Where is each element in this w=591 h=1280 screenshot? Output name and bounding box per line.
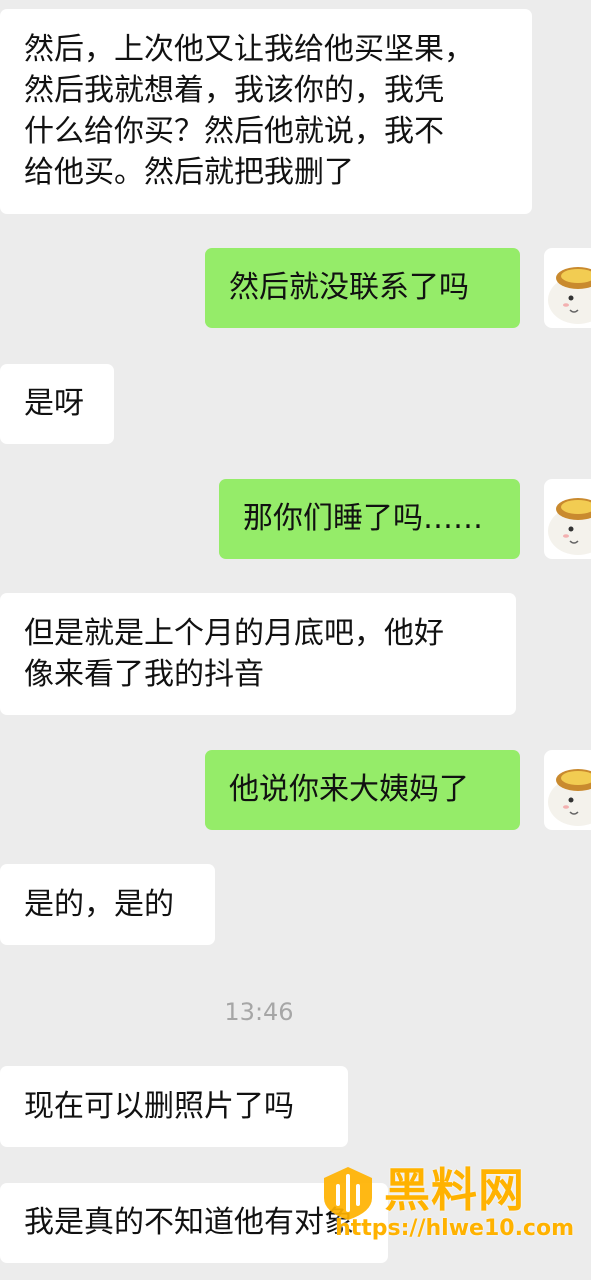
message-bubble-incoming[interactable]: 是呀 bbox=[0, 364, 114, 444]
message-bubble-outgoing[interactable]: 然后就没联系了吗 bbox=[205, 248, 520, 328]
my-avatar[interactable] bbox=[544, 479, 591, 559]
message-bubble-outgoing[interactable]: 他说你来大姨妈了 bbox=[205, 750, 520, 830]
egg-tart-cartoon-avatar-icon bbox=[548, 267, 591, 324]
egg-tart-cartoon-avatar-icon bbox=[548, 769, 591, 826]
message-bubble-incoming[interactable]: 但是就是上个月的月底吧，他好 像来看了我的抖音 bbox=[0, 593, 516, 715]
message-bubble-incoming[interactable]: 然后，上次他又让我给他买坚果， 然后我就想着，我该你的，我凭 什么给你买？然后他… bbox=[0, 9, 532, 214]
watermark-title: 黑料网 bbox=[384, 1163, 525, 1217]
message-timestamp: 13:46 bbox=[224, 998, 294, 1026]
message-bubble-outgoing[interactable]: 那你们睡了吗…… bbox=[219, 479, 520, 559]
egg-tart-cartoon-avatar-icon bbox=[548, 498, 591, 555]
message-bubble-incoming[interactable]: 我是真的不知道他有对象 bbox=[0, 1183, 388, 1263]
message-bubble-incoming[interactable]: 现在可以删照片了吗 bbox=[0, 1066, 348, 1147]
chat-area[interactable]: 然后，上次他又让我给他买坚果， 然后我就想着，我该你的，我凭 什么给你买？然后他… bbox=[0, 0, 591, 1280]
message-bubble-incoming[interactable]: 是的，是的 bbox=[0, 864, 215, 945]
my-avatar[interactable] bbox=[544, 750, 591, 830]
my-avatar[interactable] bbox=[544, 248, 591, 328]
